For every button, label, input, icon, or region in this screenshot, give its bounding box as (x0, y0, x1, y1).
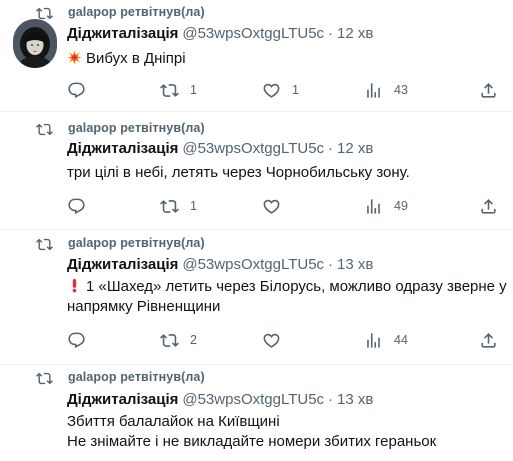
timestamp[interactable]: 12 хв (337, 25, 373, 42)
view-count: 43 (394, 83, 408, 97)
tweet-text: Збиття балалайок на Київщині (67, 413, 280, 430)
tweet-divider (0, 364, 513, 365)
retweeted-by[interactable]: galapop ретвітнув(ла) (68, 236, 205, 250)
timestamp[interactable]: 12 хв (337, 140, 373, 157)
tweet-text: напрямку Рівненщини (67, 298, 221, 315)
like-count: 1 (292, 83, 299, 97)
retweet-count: 1 (190, 83, 197, 97)
display-name[interactable]: Діджиталізація (67, 256, 178, 273)
like-button[interactable] (262, 196, 292, 216)
user-handle[interactable]: @53wpsOxtggLTU5c (182, 25, 324, 42)
tweet-body: 1 «Шахед» летить через Білорусь, можливо… (67, 277, 507, 317)
retweet-count: 2 (190, 333, 197, 347)
share-icon (479, 197, 498, 216)
tweet-text-line: Вибух в Дніпрі (67, 49, 507, 69)
retweet-icon (160, 331, 179, 350)
tweet-text: 1 «Шахед» летить через Білорусь, можливо… (86, 278, 507, 295)
tweet-body: три цілі в небі, летять через Чорнобильс… (67, 163, 507, 183)
reply-button[interactable] (67, 330, 97, 350)
retweet-icon (36, 236, 54, 250)
exclamation-emoji-icon (67, 278, 82, 293)
reply-button[interactable] (67, 196, 97, 216)
display-name[interactable]: Діджиталізація (67, 391, 178, 408)
retweet-header: galapop ретвітнув(ла) (36, 120, 205, 136)
tweet-text: три цілі в небі, летять через Чорнобильс… (67, 164, 410, 181)
tweet-text: Не знімайте і не викладайте номери збити… (67, 433, 437, 450)
retweet-header: galapop ретвітнув(ла) (36, 4, 205, 20)
retweet-icon (160, 197, 179, 216)
retweet-header: galapop ретвітнув(ла) (36, 369, 205, 385)
share-icon (479, 81, 498, 100)
display-name[interactable]: Діджиталізація (67, 140, 178, 157)
views-icon (364, 197, 383, 216)
tweet-divider (0, 111, 513, 112)
retweet-button[interactable]: 1 (160, 80, 197, 100)
retweet-count: 1 (190, 199, 197, 213)
user-handle[interactable]: @53wpsOxtggLTU5c (182, 140, 324, 157)
tweet-divider (0, 229, 513, 230)
views-button[interactable]: 44 (364, 330, 408, 350)
retweet-icon (36, 370, 54, 384)
view-count: 49 (394, 199, 408, 213)
tweet-text-line: напрямку Рівненщини (67, 297, 507, 317)
retweet-icon (36, 5, 54, 19)
display-name[interactable]: Діджиталізація (67, 25, 178, 42)
user-handle[interactable]: @53wpsOxtggLTU5c (182, 256, 324, 273)
tweet-actions: 1 49 (67, 196, 500, 216)
views-button[interactable]: 49 (364, 196, 408, 216)
retweeted-by[interactable]: galapop ретвітнув(ла) (68, 5, 205, 19)
separator: · (328, 256, 334, 273)
reply-icon (67, 331, 86, 350)
tweet-text: Вибух в Дніпрі (86, 50, 186, 67)
tweet-header: Діджиталізація @53wpsOxtggLTU5c · 13 хв (67, 256, 373, 273)
tweet-body: Збиття балалайок на Київщині Не знімайте … (67, 412, 507, 452)
retweet-icon (36, 121, 54, 135)
reply-icon (67, 81, 86, 100)
heart-icon (262, 331, 281, 350)
separator: · (328, 391, 334, 408)
tweet-actions: 2 44 (67, 330, 500, 350)
timestamp[interactable]: 13 хв (337, 391, 373, 408)
user-handle[interactable]: @53wpsOxtggLTU5c (182, 391, 324, 408)
share-button[interactable] (479, 330, 498, 350)
share-button[interactable] (479, 196, 498, 216)
heart-icon (262, 81, 281, 100)
reply-button[interactable] (67, 80, 97, 100)
tweet-actions: 1 1 43 (67, 80, 500, 100)
tweet-text-line: 1 «Шахед» летить через Білорусь, можливо… (67, 277, 507, 297)
views-button[interactable]: 43 (364, 80, 408, 100)
like-button[interactable]: 1 (262, 80, 299, 100)
heart-icon (262, 197, 281, 216)
views-icon (364, 331, 383, 350)
separator: · (328, 25, 334, 42)
tweet-header: Діджиталізація @53wpsOxtggLTU5c · 12 хв (67, 25, 373, 42)
views-icon (364, 81, 383, 100)
share-button[interactable] (479, 80, 498, 100)
avatar[interactable] (13, 24, 57, 68)
tweet-header: Діджиталізація @53wpsOxtggLTU5c · 12 хв (67, 140, 373, 157)
reply-icon (67, 197, 86, 216)
retweeted-by[interactable]: galapop ретвітнув(ла) (68, 370, 205, 384)
tweet-header: Діджиталізація @53wpsOxtggLTU5c · 13 хв (67, 391, 373, 408)
retweeted-by[interactable]: galapop ретвітнув(ла) (68, 121, 205, 135)
retweet-button[interactable]: 2 (160, 330, 197, 350)
tweet-text-line: Не знімайте і не викладайте номери збити… (67, 432, 507, 452)
view-count: 44 (394, 333, 408, 347)
timestamp[interactable]: 13 хв (337, 256, 373, 273)
retweet-header: galapop ретвітнув(ла) (36, 235, 205, 251)
collision-emoji-icon (67, 50, 82, 65)
tweet-body: Вибух в Дніпрі (67, 49, 507, 69)
like-button[interactable] (262, 330, 292, 350)
retweet-button[interactable]: 1 (160, 196, 197, 216)
retweet-icon (160, 81, 179, 100)
separator: · (328, 140, 334, 157)
tweet-text-line: три цілі в небі, летять через Чорнобильс… (67, 163, 507, 183)
tweet-text-line: Збиття балалайок на Київщині (67, 412, 507, 432)
share-icon (479, 331, 498, 350)
